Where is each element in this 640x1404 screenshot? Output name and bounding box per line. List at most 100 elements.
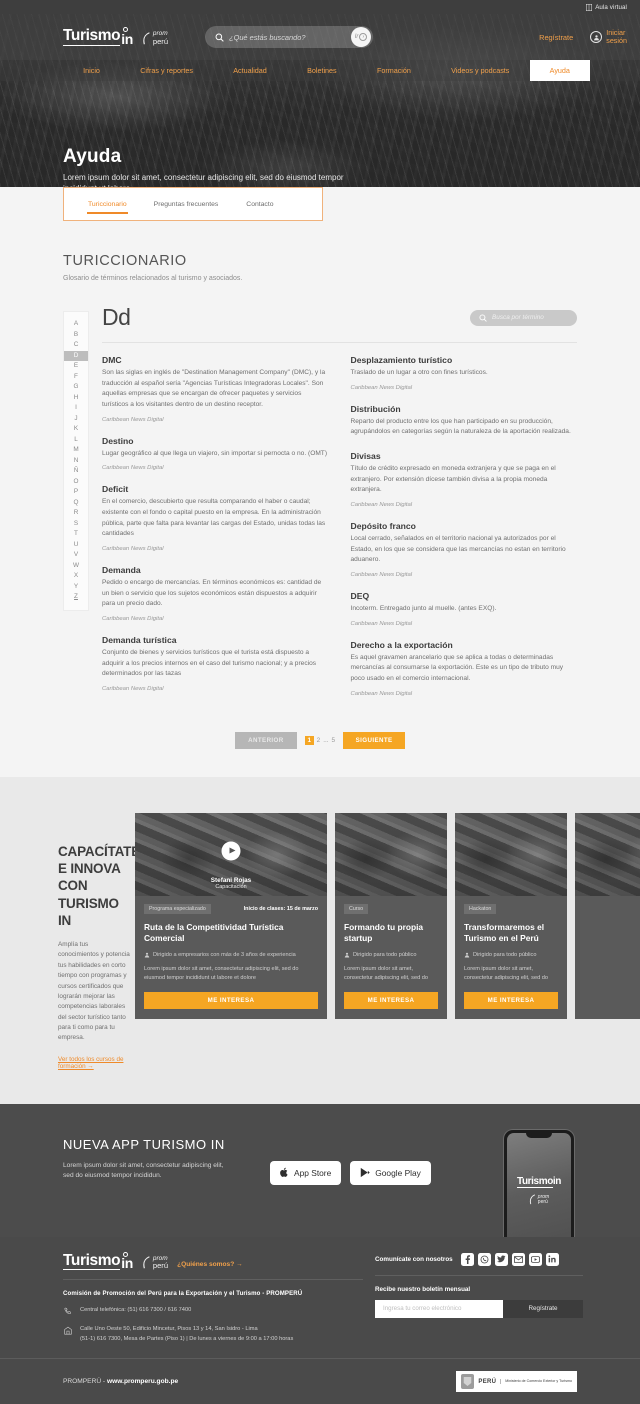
course-card-partial[interactable] [575, 812, 640, 1020]
newsletter-submit-button[interactable]: Regístrate [503, 1299, 583, 1318]
term-search[interactable] [470, 309, 577, 326]
glossary-term: Deficit [102, 484, 129, 495]
course-card-featured[interactable]: Stefani Rojas Capacitación Programa espe… [135, 812, 327, 1020]
site-logo[interactable]: Turismo in prom perú [63, 27, 168, 46]
tab-contacto[interactable]: Contacto [246, 201, 273, 208]
courses-see-all-link[interactable]: Ver todos los cursos de formación → [58, 1056, 130, 1070]
alphabet-letter-l[interactable]: L [64, 435, 88, 446]
alphabet-letter-i[interactable]: I [64, 403, 88, 414]
course-audience: Dirigido para todo público [464, 952, 558, 958]
course-cta-button[interactable]: ME INTERESA [464, 992, 558, 1010]
search-icon [215, 33, 224, 42]
nav-item-inicio[interactable]: Inicio [63, 60, 120, 81]
header-account-area: Regístrate Iniciar sesión [539, 28, 627, 45]
alphabet-letter-d[interactable]: D [64, 350, 88, 361]
main-navigation: Inicio Cifras y reportes Actualidad Bole… [0, 60, 640, 81]
alphabet-letter-k[interactable]: K [64, 424, 88, 435]
alphabet-letter-v[interactable]: V [64, 550, 88, 561]
glossary-definition: Reparto del producto entre los que han p… [350, 417, 571, 436]
app-store-button[interactable]: App Store [270, 1160, 342, 1185]
course-type-chip: Programa especializado [144, 903, 211, 914]
alphabet-letter-c[interactable]: C [64, 340, 88, 351]
alphabet-letter-o[interactable]: O [64, 477, 88, 488]
alphabet-letter-e[interactable]: E [64, 361, 88, 372]
nav-item-cifras-y-reportes[interactable]: Cifras y reportes [120, 60, 213, 81]
footer-logo[interactable]: Turismo in [63, 1251, 133, 1271]
alphabet-letter-s[interactable]: S [64, 519, 88, 530]
alphabet-letter-q[interactable]: Q [64, 498, 88, 509]
course-cta-button[interactable]: ME INTERESA [344, 992, 438, 1010]
term-search-input[interactable] [492, 314, 562, 321]
footer-bottom-site[interactable]: www.promperu.gob.pe [107, 1378, 178, 1385]
alphabet-letter-b[interactable]: B [64, 330, 88, 341]
alphabet-letter-h[interactable]: H [64, 393, 88, 404]
course-type-chip: Hackaton [464, 903, 497, 914]
brand-in-mark: in [121, 27, 133, 46]
course-card[interactable]: Curso Formando tu propia startup Dirigid… [335, 812, 447, 1020]
page-number[interactable]: 5 [332, 737, 336, 744]
google-play-button[interactable]: Google Play [350, 1160, 431, 1185]
course-cta-button[interactable]: ME INTERESA [144, 992, 318, 1010]
newsletter-email-input[interactable] [375, 1299, 503, 1318]
course-card-image [335, 812, 447, 896]
speaker-name: Stefani Rojas [210, 876, 252, 884]
page-number[interactable]: 1 [304, 735, 314, 745]
email-icon[interactable] [511, 1252, 525, 1266]
glossary-entry: DMC Son las siglas en inglés de "Destinat… [102, 355, 329, 423]
previous-page-button[interactable]: ANTERIOR [234, 731, 297, 749]
whatsapp-icon[interactable] [477, 1252, 491, 1266]
glossary-definition: Pedido o encargo de mercancías. En térmi… [102, 579, 322, 608]
play-icon[interactable] [221, 841, 241, 861]
glossary-term: Depósito franco [350, 521, 416, 532]
glossary-term: Desplazamiento turístico [350, 355, 453, 365]
linkedin-icon[interactable] [545, 1252, 559, 1266]
twitter-icon[interactable] [494, 1252, 508, 1266]
newsletter-label: Recibe nuestro boletín mensual [375, 1285, 471, 1293]
search-submit-button[interactable]: Ir › [351, 27, 372, 47]
brand-dot-icon [122, 1251, 128, 1257]
alphabet-letter-a[interactable]: A [64, 319, 88, 330]
nav-item-videos-y-podcasts[interactable]: Videos y podcasts [431, 60, 529, 81]
course-card[interactable]: Hackaton Transformaremos el Turismo en e… [455, 812, 567, 1020]
phone-mockup: Turismoin prom perú [504, 1129, 574, 1237]
alphabet-letter-y[interactable]: Y [64, 582, 88, 593]
next-page-button[interactable]: SIGUIENTE [343, 731, 406, 749]
header-search[interactable]: Ir › [205, 26, 374, 48]
footer-left-column: Turismo in prom perú ¿Quiénes somos? → Co… [63, 1251, 363, 1345]
alphabet-letter-t[interactable]: T [64, 529, 88, 540]
facebook-icon[interactable] [460, 1252, 474, 1266]
search-input[interactable] [229, 32, 342, 42]
nav-item-actualidad[interactable]: Actualidad [213, 60, 287, 81]
glossary-term: Divisas [350, 451, 381, 462]
nav-item-ayuda[interactable]: Ayuda [529, 60, 591, 81]
nav-item-formacion[interactable]: Formación [357, 60, 431, 81]
tab-turiccionario[interactable]: Turiccionario [87, 201, 128, 214]
page-number[interactable]: 2 [317, 737, 321, 744]
course-type-chip: Curso [344, 903, 369, 914]
phone-screen: Turismoin prom perú [507, 1132, 571, 1237]
course-audience: Dirigido a empresarios con más de 3 años… [144, 952, 318, 958]
alphabet-letter-g[interactable]: G [64, 382, 88, 393]
alphabet-letter-j[interactable]: J [64, 414, 88, 425]
glossary-source: Caribbean News Digital [102, 465, 164, 472]
aula-virtual-link[interactable]: Aula virtual [586, 3, 627, 11]
nav-item-boletines[interactable]: Boletines [287, 60, 357, 81]
alphabet-letter-f[interactable]: F [64, 372, 88, 383]
tab-preguntas-frecuentes[interactable]: Preguntas frecuentes [154, 201, 219, 208]
alphabet-letter-u[interactable]: U [64, 540, 88, 551]
alphabet-letter-p[interactable]: P [64, 487, 88, 498]
quienes-somos-link[interactable]: ¿Quiénes somos? → [177, 1261, 243, 1270]
page-number: ... [323, 736, 329, 744]
glossary-source: Caribbean News Digital [102, 416, 164, 423]
alphabet-letter-m[interactable]: M [64, 445, 88, 456]
register-link[interactable]: Regístrate [539, 33, 573, 42]
alphabet-letter-x[interactable]: X [64, 571, 88, 582]
login-button[interactable]: Iniciar sesión [590, 28, 627, 45]
alphabet-letter-n[interactable]: N [64, 456, 88, 467]
alphabet-letter-w[interactable]: W [64, 561, 88, 572]
alphabet-letter-r[interactable]: R [64, 508, 88, 519]
youtube-icon[interactable] [528, 1252, 542, 1266]
phone-promperu-logo: prom perú [529, 1194, 549, 1205]
alphabet-letter-ñ[interactable]: Ñ [64, 466, 88, 477]
alphabet-letter-z[interactable]: Z [64, 592, 88, 603]
